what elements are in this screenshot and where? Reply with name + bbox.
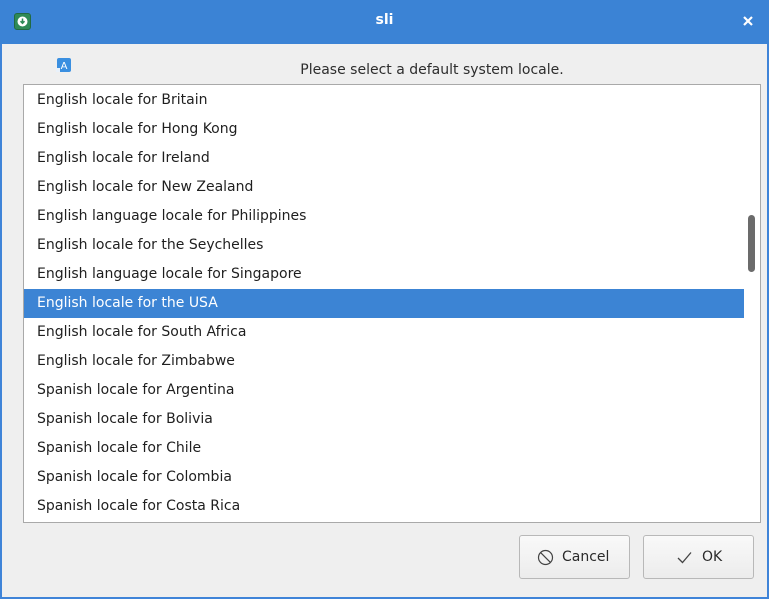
- list-item[interactable]: English locale for New Zealand: [24, 173, 744, 202]
- locale-list[interactable]: English locale for Britain English locale…: [23, 84, 761, 523]
- window-title: sli: [375, 12, 394, 28]
- list-item[interactable]: Spanish locale for Costa Rica: [24, 492, 744, 521]
- checkmark-icon: [676, 549, 693, 570]
- vertical-scrollbar[interactable]: [744, 85, 760, 522]
- list-item[interactable]: English locale for Britain: [24, 86, 744, 115]
- ok-button-label: OK: [702, 549, 723, 565]
- cancel-button-label: Cancel: [562, 549, 610, 565]
- cancel-button[interactable]: Cancel: [519, 535, 630, 579]
- dialog-header: A Please select a default system locale.: [2, 44, 767, 84]
- list-item[interactable]: English locale for Hong Kong: [24, 115, 744, 144]
- list-item[interactable]: English locale for South Africa: [24, 318, 744, 347]
- list-item[interactable]: English locale for Zimbabwe: [24, 347, 744, 376]
- cancel-icon: [537, 549, 554, 570]
- title-bar[interactable]: sli: [0, 0, 769, 44]
- close-icon[interactable]: [739, 12, 757, 30]
- list-item[interactable]: English language locale for Philippines: [24, 202, 744, 231]
- list-item[interactable]: Spanish locale for Chile: [24, 434, 744, 463]
- list-item[interactable]: Spanish locale for Colombia: [24, 463, 744, 492]
- list-item[interactable]: Spanish locale for Bolivia: [24, 405, 744, 434]
- prompt-text: Please select a default system locale.: [300, 62, 564, 78]
- list-item[interactable]: Spanish locale for Argentina: [24, 376, 744, 405]
- scrollbar-thumb[interactable]: [748, 215, 755, 272]
- ok-button[interactable]: OK: [643, 535, 754, 579]
- list-item[interactable]: English locale for the USA: [24, 289, 744, 318]
- list-item[interactable]: English locale for Ireland: [24, 144, 744, 173]
- locale-dialog-window: sli A Please select a default system loc…: [0, 0, 769, 599]
- list-item[interactable]: English locale for the Seychelles: [24, 231, 744, 260]
- locale-list-items: English locale for Britain English locale…: [24, 86, 744, 521]
- list-item[interactable]: English language locale for Singapore: [24, 260, 744, 289]
